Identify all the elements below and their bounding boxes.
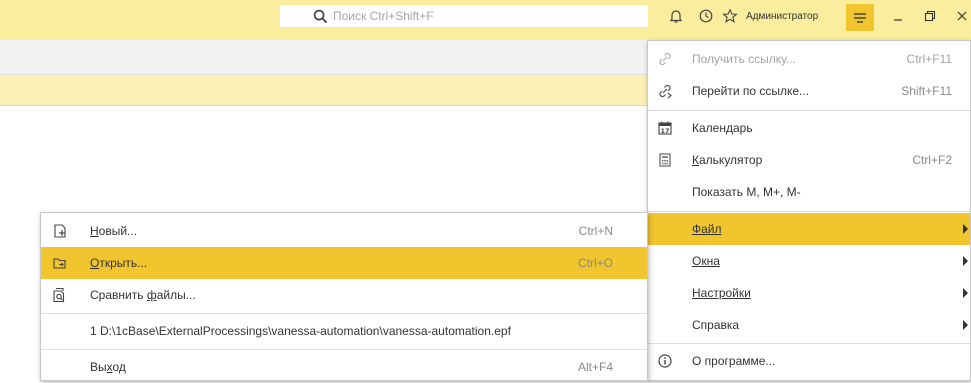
menu-item-about[interactable]: О программе... [648,345,970,377]
chevron-right-icon [963,224,968,234]
menu-item-shortcut: Alt+F4 [577,360,613,374]
compare-files-icon [51,286,69,304]
menu-item-label: Справка [692,318,740,332]
menu-item-label-start: Сравнить [90,288,147,302]
calendar-icon: 17 [656,119,674,137]
menu-item-shortcut: Ctrl+O [577,256,613,270]
menu-item-label-rest: овый... [98,224,138,238]
menu-item-file[interactable]: Файл [648,213,970,245]
link-icon [656,50,674,68]
menu-item-label: Получить ссылку... [692,52,796,66]
menu-item-label: 1 D:\1cBase\ExternalProcessings\vanessa-… [90,324,511,338]
file-item-compare[interactable]: Сравнить файлы... [41,279,647,311]
chevron-right-icon [963,320,968,330]
menu-item-label: Показать M, M+, M- [692,185,801,199]
bell-icon[interactable] [667,7,685,25]
menu-item-help[interactable]: Справка [648,309,970,341]
menu-item-label: Настройки [692,286,751,300]
chevron-right-icon [963,256,968,266]
menu-item-label: Сравнить файлы... [90,288,196,302]
star-icon[interactable] [721,7,739,25]
menu-item-shortcut: Ctrl+N [578,224,613,238]
user-name[interactable]: Администратор [746,11,818,22]
menu-item-calculator[interactable]: Калькулятор Ctrl+F2 [648,144,970,176]
menu-item-windows[interactable]: Окна [648,245,970,277]
menu-separator [41,349,647,350]
search-box[interactable] [280,5,648,27]
menu-item-goto-link[interactable]: Перейти по ссылке... Shift+F11 [648,75,970,107]
menu-item-label: Выход [90,360,126,374]
menu-item-shortcut: Ctrl+F2 [912,153,952,167]
menu-item-label: О программе... [692,354,776,368]
info-banner-row [0,75,648,106]
restore-icon[interactable] [921,7,939,25]
menu-icon [852,11,868,25]
file-submenu: Новый... Ctrl+N Открыть... Ctrl+O Сравни… [40,212,648,381]
file-item-recent-1[interactable]: 1 D:\1cBase\ExternalProcessings\vanessa-… [41,315,647,347]
calendar-day: 17 [660,127,669,135]
form-header-row [0,40,648,75]
goto-link-icon [656,82,674,100]
menu-item-label: Калькулятор [692,153,763,167]
menu-separator [648,343,970,344]
menu-item-shortcut: Ctrl+F11 [906,52,952,66]
menu-item-label: Окна [692,254,720,268]
file-item-new[interactable]: Новый... Ctrl+N [41,215,647,247]
menu-item-label: Календарь [692,121,753,135]
menu-item-label-rest: алькулятор [699,153,763,167]
search-input[interactable] [331,8,635,24]
menu-separator [41,313,647,314]
file-item-open[interactable]: Открыть... Ctrl+O [41,247,647,279]
menu-item-label-rest: од [112,360,126,374]
menu-item-label: Файл [692,222,722,236]
menu-item-calendar[interactable]: 17 Календарь [648,112,970,144]
history-icon[interactable] [697,7,715,25]
menu-separator [648,211,970,212]
minimize-icon[interactable] [889,7,907,25]
menu-separator [648,110,970,111]
top-bar: Администратор [0,0,971,40]
menu-item-shortcut: Shift+F11 [901,84,952,98]
chevron-right-icon [963,288,968,298]
menu-item-settings[interactable]: Настройки [648,277,970,309]
menu-item-label: Новый... [90,224,138,238]
info-icon [656,352,674,370]
open-folder-icon [51,254,69,272]
menu-item-label-start: Вы [90,360,107,374]
menu-item-show-m[interactable]: Показать M, M+, M- [648,176,970,208]
menu-item-get-link[interactable]: Получить ссылку... Ctrl+F11 [648,43,970,75]
menu-item-label: Перейти по ссылке... [692,84,810,98]
file-item-exit[interactable]: Выход Alt+F4 [41,351,647,383]
main-menu-button[interactable] [846,4,874,31]
menu-item-label-rest: айлы... [156,288,196,302]
new-file-icon [51,222,69,240]
close-icon[interactable] [953,7,971,25]
menu-item-label-rest: ткрыть... [99,256,148,270]
main-menu: Получить ссылку... Ctrl+F11 Перейти по с… [647,40,971,381]
menu-item-label: Открыть... [90,256,148,270]
calculator-icon [656,151,674,169]
search-icon[interactable] [312,8,328,24]
